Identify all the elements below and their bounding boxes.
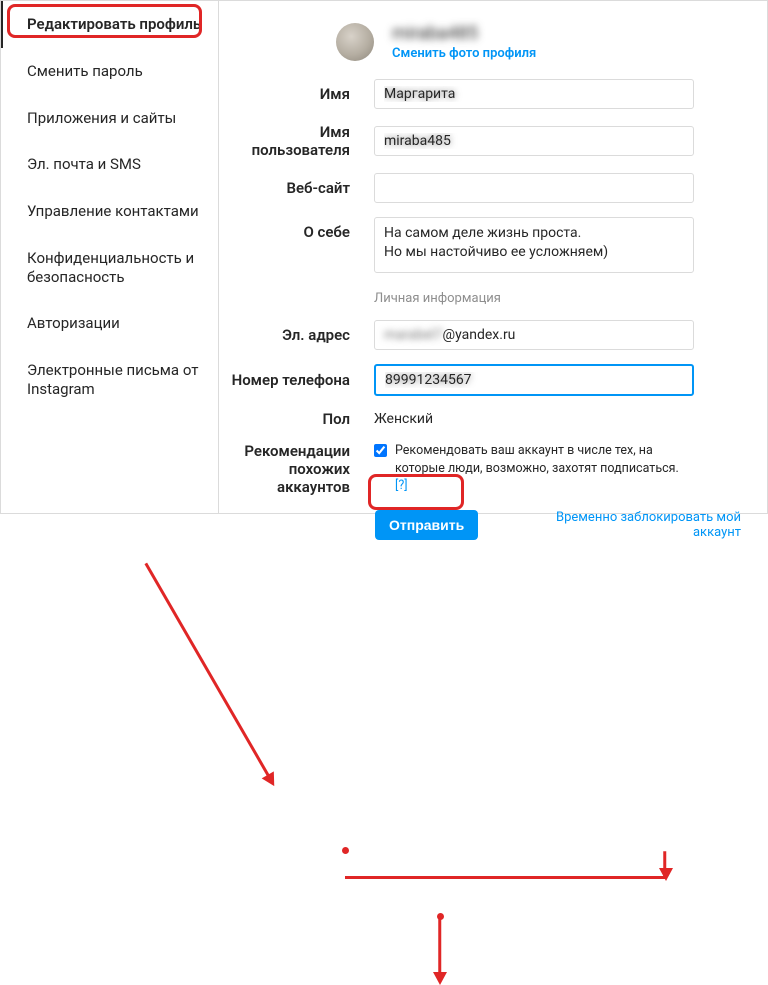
name-input[interactable] [374,79,694,109]
sidebar-item-edit-profile[interactable]: Редактировать профиль [1,1,218,48]
profile-username: miraba485 [392,23,536,44]
email-input[interactable] [374,320,694,350]
label-bio: О себе [219,217,374,241]
sidebar-item-label: Авторизации [27,314,120,332]
edit-profile-form: miraba485 Сменить фото профиля Имя Имя п… [219,1,767,513]
label-website: Веб-сайт [219,179,374,197]
sidebar-item-label: Сменить пароль [27,62,143,80]
label-username: Имя пользователя [219,123,374,159]
sidebar-item-privacy-security[interactable]: Конфиденциальность и безопасность [1,235,218,301]
personal-info-heading: Личная информация [374,291,741,306]
gender-value[interactable]: Женский [374,411,433,427]
label-name: Имя [219,85,374,103]
bio-textarea[interactable] [374,217,694,273]
similar-accounts-text: Рекомендовать ваш аккаунт в числе тех, н… [395,443,679,476]
similar-accounts-checkbox[interactable] [374,444,387,457]
sidebar-item-apps-websites[interactable]: Приложения и сайты [1,95,218,142]
sidebar-item-label: Редактировать профиль [27,15,201,33]
avatar[interactable] [336,23,374,61]
similar-accounts-help-link[interactable]: [?] [395,478,408,493]
submit-button[interactable]: Отправить [375,510,478,540]
similar-accounts-checkbox-row[interactable]: Рекомендовать ваш аккаунт в числе тех, н… [374,442,694,495]
phone-input[interactable] [374,364,694,396]
temporarily-disable-link[interactable]: Временно заблокировать мой аккаунт [510,510,741,540]
username-input[interactable] [374,126,694,156]
sidebar-item-label: Управление контактами [27,202,199,220]
sidebar-item-email-sms[interactable]: Эл. почта и SMS [1,141,218,188]
label-email: Эл. адрес [219,326,374,344]
sidebar-item-login-activity[interactable]: Авторизации [1,300,218,347]
sidebar-item-label: Приложения и сайты [27,109,176,127]
website-input[interactable] [374,173,694,203]
label-phone: Номер телефона [219,371,374,389]
sidebar-item-label: Электронные письма от Instagram [27,361,198,398]
sidebar-item-change-password[interactable]: Сменить пароль [1,48,218,95]
sidebar-item-manage-contacts[interactable]: Управление контактами [1,188,218,235]
settings-sidebar: Редактировать профиль Сменить пароль При… [1,1,219,513]
sidebar-item-label: Эл. почта и SMS [27,155,141,173]
label-gender: Пол [219,410,374,428]
sidebar-item-label: Конфиденциальность и безопасность [27,249,194,286]
label-similar-accounts: Рекомендации похожих аккаунтов [219,442,374,496]
change-photo-link[interactable]: Сменить фото профиля [392,46,536,61]
sidebar-item-emails-from-instagram[interactable]: Электронные письма от Instagram [1,347,218,413]
